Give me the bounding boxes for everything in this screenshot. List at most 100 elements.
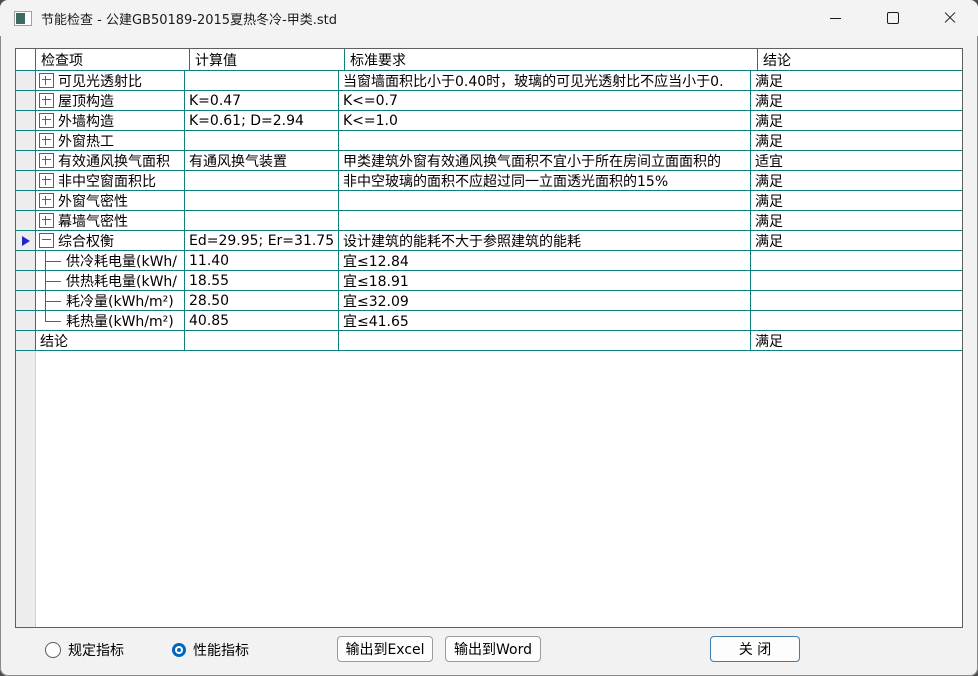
table-row-window-thermal[interactable]: 外窗热工 满足 [16,131,962,151]
conclusion-cell: 满足 [751,71,962,90]
table-row-heating-electricity[interactable]: 供热耗电量(kWh/ 18.55 宜≤18.91 [16,271,962,291]
requirement-cell [339,191,751,210]
check-item-cell: 屋顶构造 [36,91,185,110]
conclusion-cell: 满足 [751,111,962,130]
radio-prescriptive-indicator[interactable] [45,642,61,658]
conclusion-cell: 满足 [751,191,962,210]
table-row-cooling-electricity[interactable]: 供冷耗电量(kWh/ 11.40 宜≤12.84 [16,251,962,271]
header-calc-value: 计算值 [190,49,345,70]
tree-branch-icon [36,271,66,290]
conclusion-cell: 适宜 [751,151,962,170]
table-row-tradeoff[interactable]: 综合权衡 Ed=29.95; Er=31.75 设计建筑的能耗不大于参照建筑的能… [16,231,962,251]
expand-plus-icon[interactable] [39,153,54,168]
conclusion-cell: 满足 [751,91,962,110]
expand-plus-icon[interactable] [39,133,54,148]
table-row-cooling-consumption[interactable]: 耗冷量(kWh/m²) 28.50 宜≤32.09 [16,291,962,311]
check-item-label: 幕墙气密性 [58,211,128,230]
check-item-label: 非中空窗面积比 [58,171,156,190]
title-bar[interactable]: 节能检查 - 公建GB50189-2015夏热冬冷-甲类.std [0,0,978,36]
row-marker-cell [16,291,36,310]
row-marker-cell [16,311,36,330]
maximize-icon [887,12,899,24]
header-conclusion: 结论 [758,49,962,70]
requirement-cell: 当窗墙面积比小于0.40时，玻璃的可见光透射比不应当小于0. [339,71,751,90]
row-marker-cell [16,171,36,190]
check-item-label: 结论 [36,331,68,350]
expand-plus-icon[interactable] [39,113,54,128]
row-marker-cell [16,231,36,250]
requirement-cell [339,211,751,230]
row-marker-cell [16,331,36,350]
check-item-label: 综合权衡 [58,231,114,250]
app-icon [14,11,32,26]
minimize-button[interactable] [807,0,864,36]
collapse-minus-icon[interactable] [39,233,54,248]
row-marker-cell [16,91,36,110]
check-item-label: 外窗气密性 [58,191,128,210]
check-table: 检查项 计算值 标准要求 结论 可见光透射比 当窗墙面积比小于0.40时，玻璃的… [15,48,963,628]
check-item-cell: 外墙构造 [36,111,185,130]
calc-value-cell: K=0.47 [185,91,339,110]
check-item-label: 供冷耗电量(kWh/ [66,251,177,270]
table-row-roof[interactable]: 屋顶构造 K=0.47 K<=0.7 满足 [16,91,962,111]
calc-value-cell: 40.85 [185,311,339,330]
expand-plus-icon[interactable] [39,213,54,228]
expand-plus-icon[interactable] [39,173,54,188]
check-item-label: 屋顶构造 [58,91,114,110]
header-check-item: 检查项 [36,49,190,70]
table-row-heating-consumption[interactable]: 耗热量(kWh/m²) 40.85 宜≤41.65 [16,311,962,331]
conclusion-cell: 满足 [751,131,962,150]
requirement-cell: K<=0.7 [339,91,751,110]
radio-performance-indicator[interactable] [172,643,186,657]
conclusion-cell [751,311,962,330]
export-excel-button[interactable]: 输出到Excel [337,636,433,662]
calc-value-cell [185,331,339,350]
check-item-cell: 可见光透射比 [36,71,185,90]
requirement-cell: 宜≤12.84 [339,251,751,270]
requirement-cell: 甲类建筑外窗有效通风换气面积不宜小于所在房间立面面积的 [339,151,751,170]
check-item-cell: 外窗气密性 [36,191,185,210]
table-row-window-airtightness[interactable]: 外窗气密性 满足 [16,191,962,211]
requirement-cell: 宜≤41.65 [339,311,751,330]
expand-plus-icon[interactable] [39,73,54,88]
requirement-cell [339,331,751,350]
export-word-button[interactable]: 输出到Word [445,636,541,662]
radio-performance-label[interactable]: 性能指标 [193,640,249,660]
close-button[interactable] [921,0,978,36]
energy-check-dialog: 节能检查 - 公建GB50189-2015夏热冬冷-甲类.std 检查项 计算值… [0,0,978,676]
marker-header-cell [16,49,36,70]
conclusion-cell [751,271,962,290]
maximize-button[interactable] [864,0,921,36]
table-row-curtainwall-airtightness[interactable]: 幕墙气密性 满足 [16,211,962,231]
check-item-cell: 供热耗电量(kWh/ [36,271,185,290]
check-item-cell: 耗热量(kWh/m²) [36,311,185,330]
table-row-non-hollow-window[interactable]: 非中空窗面积比 非中空玻璃的面积不应超过同一立面透光面积的15% 满足 [16,171,962,191]
table-row-exterior-wall[interactable]: 外墙构造 K=0.61; D=2.94 K<=1.0 满足 [16,111,962,131]
row-marker-cell [16,271,36,290]
requirement-cell: K<=1.0 [339,111,751,130]
close-dialog-button[interactable]: 关 闭 [710,636,800,662]
calc-value-cell [185,211,339,230]
check-item-label: 供热耗电量(kWh/ [66,271,177,290]
expand-plus-icon[interactable] [39,193,54,208]
calc-value-cell [185,131,339,150]
check-item-label: 耗热量(kWh/m²) [66,311,174,330]
check-item-label: 耗冷量(kWh/m²) [66,291,174,310]
indicator-radio-group: 规定指标 性能指标 [45,640,249,660]
check-item-label: 外墙构造 [58,111,114,130]
calc-value-cell: 有通风换气装置 [185,151,339,170]
calc-value-cell [185,191,339,210]
radio-prescriptive-label[interactable]: 规定指标 [68,640,124,660]
calc-value-cell: 18.55 [185,271,339,290]
calc-value-cell: 28.50 [185,291,339,310]
row-marker-cell [16,251,36,270]
table-row-ventilation-area[interactable]: 有效通风换气面积 有通风换气装置 甲类建筑外窗有效通风换气面积不宜小于所在房间立… [16,151,962,171]
check-item-cell: 综合权衡 [36,231,185,250]
calc-value-cell: 11.40 [185,251,339,270]
table-row-conclusion[interactable]: 结论 满足 [16,331,962,351]
expand-plus-icon[interactable] [39,93,54,108]
check-item-label: 外窗热工 [58,131,114,150]
check-item-label: 可见光透射比 [58,71,142,90]
table-row-visible-light[interactable]: 可见光透射比 当窗墙面积比小于0.40时，玻璃的可见光透射比不应当小于0. 满足 [16,71,962,91]
conclusion-cell: 满足 [751,211,962,230]
